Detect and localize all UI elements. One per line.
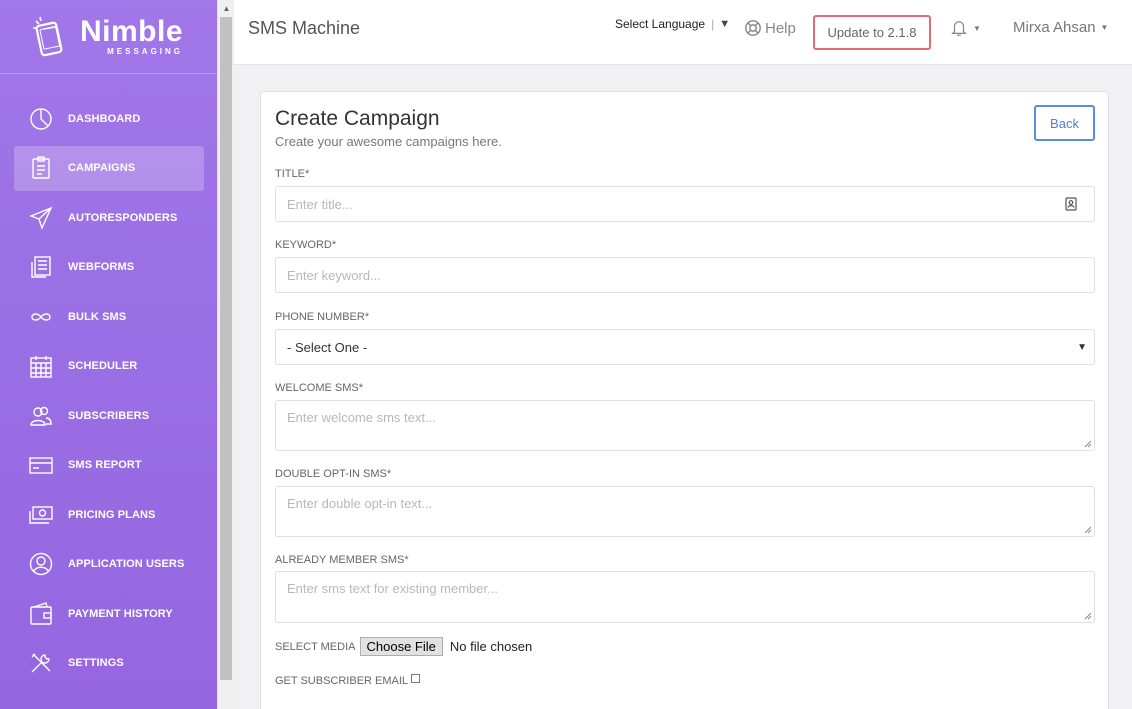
user-menu[interactable]: Mirxa Ahsan ▼ [1013, 19, 1108, 36]
sidebar-item-subscribers[interactable]: SUBSCRIBERS [14, 393, 204, 438]
double-opt-in-textarea[interactable]: Enter double opt-in text... [275, 486, 1095, 537]
users-icon [28, 403, 54, 429]
phone-number-label: PHONE NUMBER* [275, 311, 370, 323]
dashboard-icon [28, 106, 54, 132]
choose-file-button[interactable]: Choose File [359, 637, 443, 656]
phone-number-select[interactable]: - Select One - ▼ [275, 329, 1095, 365]
select-media-label: SELECT MEDIA [275, 640, 356, 653]
resize-handle-icon[interactable] [1084, 526, 1092, 534]
keyword-placeholder: Enter keyword... [287, 267, 381, 283]
caret-down-icon: ▼ [973, 23, 981, 33]
language-divider: | [711, 17, 715, 31]
sidebar-item-webforms[interactable]: WEBFORMS [14, 245, 204, 290]
user-name: Mirxa Ahsan [1013, 19, 1096, 36]
calendar-icon [28, 353, 54, 379]
title-label: TITLE* [275, 168, 310, 180]
sidebar-item-scheduler[interactable]: SCHEDULER [14, 344, 204, 389]
welcome-sms-placeholder: Enter welcome sms text... [287, 410, 436, 425]
money-icon [28, 502, 54, 528]
infinity-icon [28, 304, 54, 330]
sidebar-item-label: SETTINGS [68, 657, 124, 669]
campaigns-icon [28, 155, 54, 181]
page-subtitle: Create your awesome campaigns here. [275, 134, 502, 149]
welcome-sms-textarea[interactable]: Enter welcome sms text... [275, 400, 1095, 451]
resize-handle-icon[interactable] [1084, 440, 1092, 448]
sidebar-item-sms-report[interactable]: SMS REPORT [14, 443, 204, 488]
sidebar-item-pricing-plans[interactable]: PRICING PLANS [14, 492, 204, 537]
sidebar-item-label: BULK SMS [68, 310, 127, 323]
sidebar-item-label: WEBFORMS [68, 261, 135, 273]
wallet-icon [28, 601, 54, 627]
scroll-thumb[interactable] [220, 17, 232, 680]
subscriber-email-checkbox[interactable] [411, 673, 421, 683]
resize-handle-icon[interactable] [1084, 612, 1092, 620]
title-placeholder: Enter title... [287, 196, 353, 212]
sidebar-item-settings[interactable]: SETTINGS [14, 641, 204, 686]
title-input[interactable]: Enter title... [275, 186, 1095, 222]
welcome-sms-label: WELCOME SMS* [275, 382, 364, 394]
sidebar-item-autoresponders[interactable]: AUTORESPONDERS [14, 195, 204, 240]
file-status: No file chosen [449, 639, 533, 654]
sidebar-item-campaigns[interactable]: CAMPAIGNS [14, 145, 204, 191]
language-label: Select Language [615, 17, 706, 31]
logo[interactable]: Nimble MESSAGING [0, 0, 217, 74]
caret-down-icon: ▼ [719, 18, 731, 30]
sidebar-item-label: PAYMENT HISTORY [68, 607, 173, 620]
subscriber-email-label: GET SUBSCRIBER EMAIL [275, 675, 409, 687]
phone-logo-icon [33, 16, 63, 56]
card-icon [28, 452, 54, 478]
sidebar-item-dashboard[interactable]: DASHBOARD [14, 96, 204, 141]
already-member-placeholder: Enter sms text for existing member... [287, 581, 498, 596]
logo-name: Nimble [80, 15, 184, 48]
topbar: SMS Machine Select Language | ▼ Help Upd… [234, 0, 1132, 65]
bell-icon [951, 21, 967, 36]
lifebuoy-icon [745, 20, 761, 36]
already-member-textarea[interactable]: Enter sms text for existing member... [275, 571, 1095, 623]
sidebar-item-bulk-sms[interactable]: BULK SMS [14, 294, 204, 339]
sidebar-item-label: AUTORESPONDERS [68, 211, 178, 224]
keyword-label: KEYWORD* [275, 239, 337, 251]
page-title: Create Campaign [275, 107, 440, 130]
select-media-row: SELECT MEDIA Choose File No file chosen [275, 637, 532, 656]
caret-down-icon: ▼ [1100, 23, 1109, 32]
logo-sub: MESSAGING [107, 47, 184, 56]
scroll-up-arrow-icon[interactable]: ▲ [218, 0, 235, 17]
update-button[interactable]: Update to 2.1.8 [813, 15, 931, 50]
sidebar-scrollbar[interactable]: ▲ [217, 0, 234, 709]
app-title: SMS Machine [248, 18, 361, 38]
sidebar-item-payment-history[interactable]: PAYMENT HISTORY [14, 591, 204, 636]
sidebar-item-label: CAMPAIGNS [68, 162, 136, 174]
language-select[interactable]: Select Language | ▼ [615, 17, 730, 31]
double-opt-in-label: DOUBLE OPT-IN SMS* [275, 468, 392, 480]
sidebar-nav: DASHBOARD CAMPAIGNS AUTORESPONDERS WEBFO… [0, 74, 217, 686]
webforms-icon [28, 254, 54, 280]
tools-icon [28, 650, 54, 676]
sidebar-item-label: DASHBOARD [68, 112, 141, 125]
help-link[interactable]: Help [744, 19, 796, 37]
notifications-dropdown[interactable]: ▼ [950, 19, 981, 37]
contact-card-icon[interactable] [1065, 197, 1077, 211]
subscriber-email-row: GET SUBSCRIBER EMAIL [275, 673, 421, 687]
help-label: Help [765, 19, 796, 37]
sidebar-item-label: APPLICATION USERS [68, 558, 185, 570]
back-button[interactable]: Back [1034, 105, 1095, 141]
paper-plane-icon [28, 205, 54, 231]
create-campaign-card: Create Campaign Create your awesome camp… [260, 91, 1109, 709]
sidebar: Nimble MESSAGING DASHBOARD CAMPAIGNS AUT… [0, 0, 217, 709]
sidebar-item-label: SMS REPORT [68, 459, 142, 471]
user-circle-icon [28, 551, 54, 577]
caret-down-icon: ▼ [1077, 341, 1087, 353]
sidebar-item-label: PRICING PLANS [68, 508, 156, 521]
double-opt-in-placeholder: Enter double opt-in text... [287, 496, 433, 511]
sidebar-item-label: SUBSCRIBERS [68, 409, 150, 422]
sidebar-item-application-users[interactable]: APPLICATION USERS [14, 542, 204, 587]
keyword-input[interactable]: Enter keyword... [275, 257, 1095, 293]
phone-number-value: - Select One - [287, 339, 368, 355]
sidebar-item-label: SCHEDULER [68, 360, 138, 372]
already-member-label: ALREADY MEMBER SMS* [275, 554, 409, 566]
